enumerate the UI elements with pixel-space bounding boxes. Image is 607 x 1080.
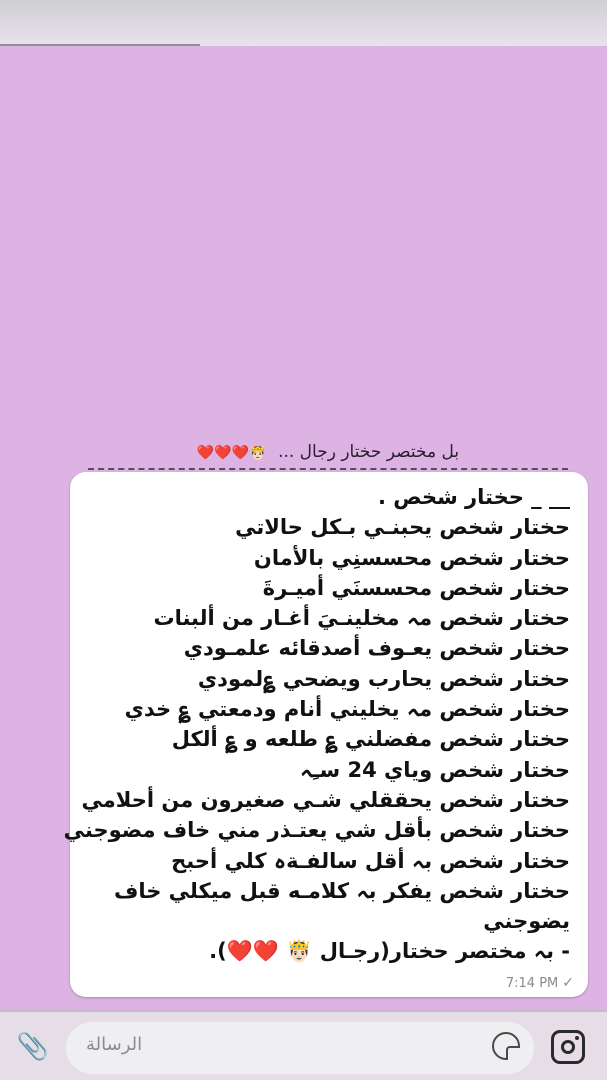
message-text: __ _ حختار شخص . حختار شخص يحبنـي بـكل حا… bbox=[63, 482, 570, 967]
dashed-underline bbox=[88, 468, 568, 470]
message-meta: 7:14 PM ✓ bbox=[506, 975, 574, 991]
message-line: حختار شخص يحبنـي بـكل حالاتي bbox=[235, 515, 570, 540]
message-line: حختار شخص محسسنَي أميـرةَ bbox=[262, 575, 570, 600]
message-line: - بہ مختصر حختار(رجـال 🤴🏻 ❤️❤️). bbox=[209, 939, 570, 964]
message-time: 7:14 PM bbox=[505, 975, 559, 991]
message-line: حختار شخص مفضلني ؏ طلعه و ؏ ألكل bbox=[171, 727, 570, 752]
header-emoji: 🤴🏻❤️❤️❤️ bbox=[196, 445, 267, 461]
message-line: حختار شخص يحارب ويضحي ؏لمودي bbox=[197, 666, 570, 691]
message-line: حختار شخص مہ يخليني أنام ودمعتي ؏ خدي bbox=[124, 697, 570, 722]
sticker-icon[interactable] bbox=[492, 1032, 520, 1060]
message-line: حختار شخص يحققلي شـي صغيرون من أحلامي bbox=[81, 787, 570, 812]
message-line: حختار شخص محسسنِي بالأمان bbox=[253, 545, 570, 570]
message-line: حختار شخص يعـوف أصدقائه علمـودي bbox=[183, 636, 570, 661]
top-divider bbox=[0, 44, 200, 46]
paperclip-icon[interactable]: 📎 bbox=[16, 1030, 50, 1064]
header-text: بل مختصر حختار رجال ... bbox=[278, 442, 460, 462]
single-check-icon: ✓ bbox=[562, 975, 574, 991]
message-line: يضوجني bbox=[483, 909, 570, 934]
message-line: حختار شخص بأقل شي يعتـذر مني خاف مضوجني bbox=[63, 818, 570, 843]
message-input-placeholder: الرسالة bbox=[86, 1034, 143, 1055]
message-line: __ _ حختار شخص . bbox=[378, 485, 570, 509]
message-line: حختار شخص مہ مخلينـيَ أغـار من ألبنات bbox=[153, 606, 570, 631]
top-bar bbox=[0, 0, 607, 46]
message-bubble[interactable]: __ _ حختار شخص . حختار شخص يحبنـي بـكل حا… bbox=[63, 472, 588, 997]
header-caption: بل مختصر حختار رجال ... 🤴🏻❤️❤️❤️ bbox=[88, 432, 568, 472]
camera-icon[interactable] bbox=[551, 1030, 585, 1064]
message-line: حختار شخص بہ أقل سالفـةہ كلي أحبح bbox=[171, 848, 570, 873]
message-line: حختار شخص وياي 24 سـِہ bbox=[300, 757, 570, 782]
message-line: حختار شخص يفكر بہ كلامـه قبل ميكلي خاف bbox=[113, 878, 570, 903]
